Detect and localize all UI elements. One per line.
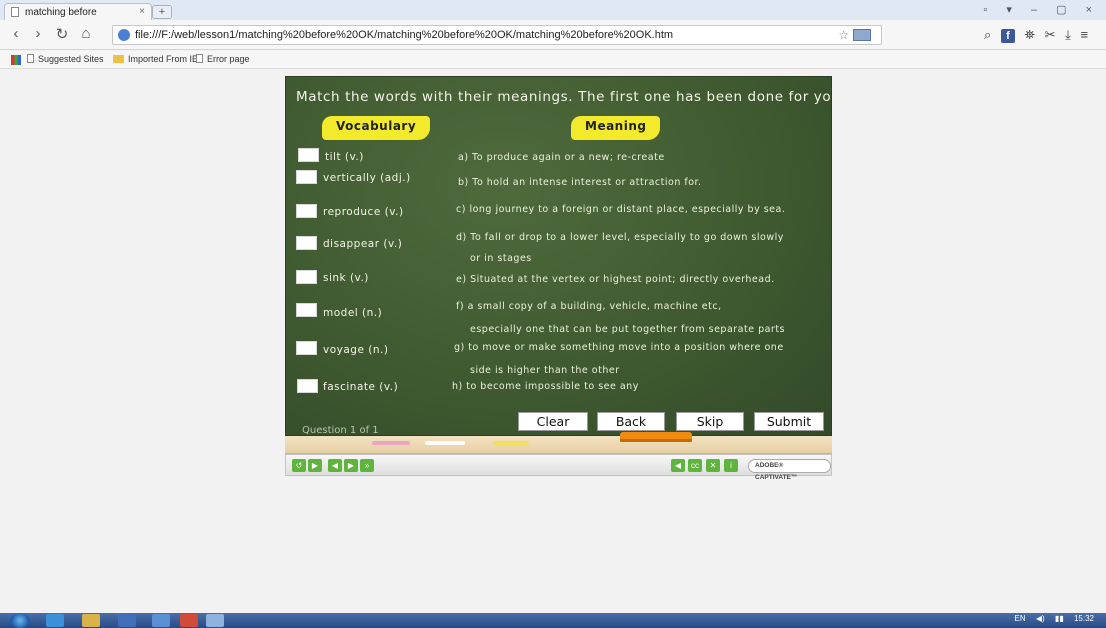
meaning-d: d) To fall or drop to a lower level, esp…	[456, 232, 784, 243]
menu-icon[interactable]: ≡	[1080, 27, 1088, 42]
meaning-header: Meaning	[571, 116, 661, 140]
meaning-d-continued: or in stages	[470, 253, 532, 264]
download-icon[interactable]: ⤓	[1065, 27, 1071, 43]
word-disappear[interactable]: disappear (v.)	[323, 238, 402, 250]
answer-box-tilt[interactable]	[298, 148, 319, 162]
explorer-icon[interactable]	[82, 614, 100, 627]
tab-matching-before[interactable]: matching before ×	[4, 3, 152, 20]
word-vertically[interactable]: vertically (adj.)	[323, 172, 411, 184]
address-toolbar: ‹ › ↻ ⌂ file:///F:/web/lesson1/matching%…	[0, 20, 1106, 50]
page-icon	[27, 54, 34, 63]
apps-icon[interactable]	[11, 55, 21, 65]
volume-icon[interactable]: ◀)	[1036, 614, 1045, 623]
site-info-icon[interactable]	[118, 29, 130, 41]
url-input[interactable]: file:///F:/web/lesson1/matching%20before…	[112, 25, 882, 45]
fast-forward-icon[interactable]: »	[360, 459, 374, 472]
bookmark-suggested-sites[interactable]: Suggested Sites	[27, 54, 104, 64]
network-icon[interactable]: ▮▮	[1055, 614, 1064, 623]
meaning-c: c) long journey to a foreign or distant …	[456, 204, 786, 215]
closed-caption-icon[interactable]: cc	[688, 459, 702, 472]
answer-box-reproduce[interactable]	[296, 204, 317, 218]
windows-taskbar: EN ◀) ▮▮ 15:32	[0, 613, 1106, 628]
answer-box-vertically[interactable]	[296, 170, 317, 184]
skip-button[interactable]: Skip	[676, 412, 744, 431]
scissors-icon[interactable]: ✂	[1045, 27, 1056, 43]
answer-box-sink[interactable]	[296, 270, 317, 284]
page-icon	[196, 54, 203, 63]
exit-icon[interactable]: ✕	[706, 459, 720, 472]
answer-box-voyage[interactable]	[296, 341, 317, 355]
matching-activity-board: Match the words with their meanings. The…	[285, 76, 845, 436]
vocabulary-header: Vocabulary	[322, 116, 431, 140]
submit-button[interactable]: Submit	[754, 412, 824, 431]
page-icon	[11, 7, 19, 17]
answer-box-model[interactable]	[296, 303, 317, 317]
captivate-playbar: ↺ ▶ ◀ ▶ » ◀ cc ✕ i ADOBE® CAPTIVATE™	[285, 454, 832, 481]
meaning-e: e) Situated at the vertex or highest poi…	[456, 274, 775, 285]
ie-icon[interactable]	[46, 614, 64, 627]
forward-arrow-icon[interactable]: ›	[30, 25, 46, 42]
back-arrow-icon[interactable]: ‹	[8, 25, 24, 42]
white-chalk	[425, 441, 465, 445]
rewind-icon[interactable]: ↺	[292, 459, 306, 472]
word-sink[interactable]: sink (v.)	[323, 272, 369, 284]
bookmark-star-icon[interactable]: ☆	[838, 28, 849, 42]
word-reproduce[interactable]: reproduce (v.)	[323, 206, 404, 218]
meaning-h: h) to become impossible to see any	[452, 381, 639, 392]
meaning-f: f) a small copy of a building, vehicle, …	[456, 301, 722, 312]
facebook-icon[interactable]: f	[1000, 29, 1015, 43]
audio-icon[interactable]: ◀	[671, 459, 685, 472]
word-fascinate[interactable]: fascinate (v.)	[323, 381, 398, 393]
system-tray: EN ◀) ▮▮ 15:32	[1007, 614, 1095, 623]
window-icon[interactable]	[206, 614, 224, 627]
adobe-captivate-badge: ADOBE® CAPTIVATE™	[748, 459, 831, 481]
meaning-g-continued: side is higher than the other	[470, 365, 620, 376]
chrome-icon[interactable]	[180, 614, 198, 627]
reload-icon[interactable]: ↻	[54, 25, 70, 43]
app-icon[interactable]	[152, 614, 170, 627]
previous-slide-icon[interactable]: ◀	[328, 459, 342, 472]
url-text: file:///F:/web/lesson1/matching%20before…	[135, 29, 674, 41]
answer-box-disappear[interactable]	[296, 236, 317, 250]
pink-chalk	[372, 441, 410, 445]
search-icon[interactable]: ⌕	[984, 27, 991, 43]
window-controls[interactable]: ▫ ▾ – ▢ ×	[983, 3, 1100, 16]
yellow-chalk	[493, 441, 529, 445]
extension-icon[interactable]	[853, 29, 871, 41]
bookmark-imported-from-ie[interactable]: Imported From IE	[113, 54, 198, 64]
bookmarks-bar: Suggested Sites Imported From IE Error p…	[0, 51, 1106, 69]
meaning-a: a) To produce again or a new; re-create	[458, 152, 665, 163]
new-tab-button[interactable]: +	[152, 5, 172, 19]
home-icon[interactable]: ⌂	[78, 25, 94, 42]
chalk-ledge	[285, 432, 832, 454]
extension-tool-icon[interactable]: ⛯	[1025, 27, 1035, 43]
meaning-g: g) to move or make something move into a…	[454, 342, 784, 353]
next-slide-icon[interactable]: ▶	[344, 459, 358, 472]
clear-button[interactable]: Clear	[518, 412, 588, 431]
tab-close-icon[interactable]: ×	[139, 6, 145, 17]
eraser	[620, 432, 692, 442]
folder-icon	[113, 55, 124, 63]
clock[interactable]: 15:32	[1074, 614, 1094, 623]
language-indicator[interactable]: EN	[1015, 614, 1026, 623]
question-counter: Question 1 of 1	[302, 425, 379, 436]
toolbar-extensions: ⌕ f ⛯ ✂ ⤓ ≡	[984, 27, 1094, 43]
tab-strip: matching before × + ▫ ▾ – ▢ ×	[0, 0, 1106, 20]
word-model[interactable]: model (n.)	[323, 307, 382, 319]
tab-title: matching before	[25, 7, 97, 18]
info-icon[interactable]: i	[724, 459, 738, 472]
instruction-text: Match the words with their meanings. The…	[296, 89, 846, 105]
back-button[interactable]: Back	[597, 412, 665, 431]
media-player-icon[interactable]	[118, 614, 136, 627]
word-voyage[interactable]: voyage (n.)	[323, 344, 388, 356]
play-icon[interactable]: ▶	[308, 459, 322, 472]
word-tilt[interactable]: tilt (v.)	[325, 151, 364, 163]
bookmark-error-page[interactable]: Error page	[196, 54, 250, 64]
start-button[interactable]	[10, 613, 30, 628]
answer-box-fascinate[interactable]	[297, 379, 318, 393]
meaning-b: b) To hold an intense interest or attrac…	[458, 177, 702, 188]
meaning-f-continued: especially one that can be put together …	[470, 324, 786, 335]
